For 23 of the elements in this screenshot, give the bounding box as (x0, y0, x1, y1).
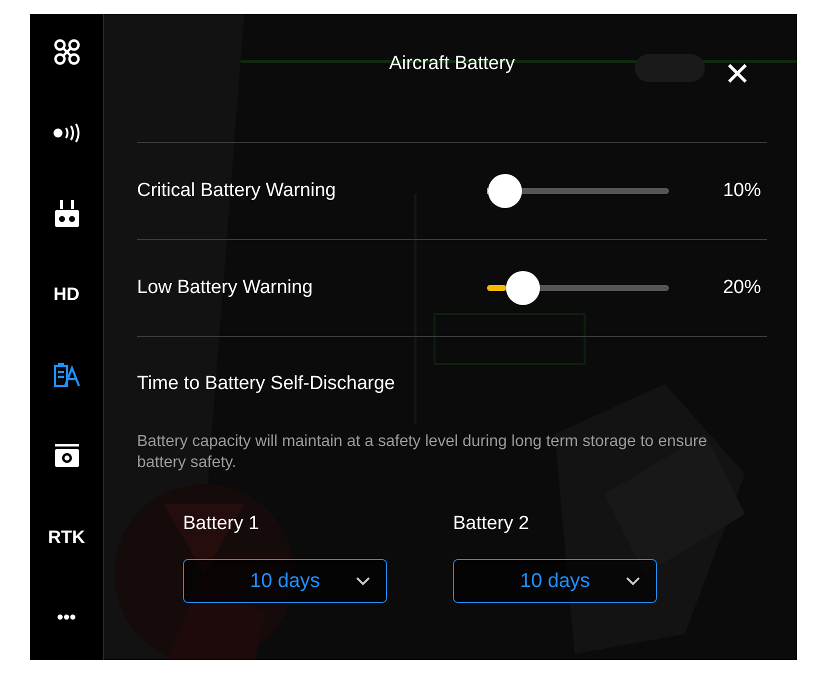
sidebar-tab[interactable]: ••• (50, 602, 82, 634)
sidebar-tab[interactable]: RTK (48, 521, 85, 554)
remote-controller-icon (54, 200, 80, 228)
days-dropdown[interactable]: 10 days (453, 559, 657, 603)
camera-icon (54, 444, 80, 468)
setting-label: Low Battery Warning (137, 277, 314, 299)
battery-label: Battery 2 (453, 513, 530, 535)
signal-icon (52, 122, 82, 143)
chevron-down-icon (356, 576, 370, 586)
sidebar-tab[interactable]: HD (50, 278, 82, 311)
close-button[interactable]: ✕ (724, 58, 751, 90)
battery-alert-icon (52, 362, 80, 388)
days-dropdown[interactable]: 10 days (183, 559, 387, 603)
battery-label: Battery 1 (183, 513, 260, 535)
slider-value: 10% (722, 180, 761, 202)
section-heading: Time to Battery Self-Discharge (137, 373, 396, 395)
drone-icon (52, 38, 80, 66)
slider-value: 20% (722, 277, 761, 299)
panel-title: Aircraft Battery (389, 53, 515, 75)
setting-label: Critical Battery Warning (137, 180, 337, 202)
chevron-down-icon (626, 576, 640, 586)
slider-fill (487, 285, 506, 291)
section-description: Battery capacity will maintain at a safety level during long term storage to ensure battery safety. (137, 432, 708, 473)
